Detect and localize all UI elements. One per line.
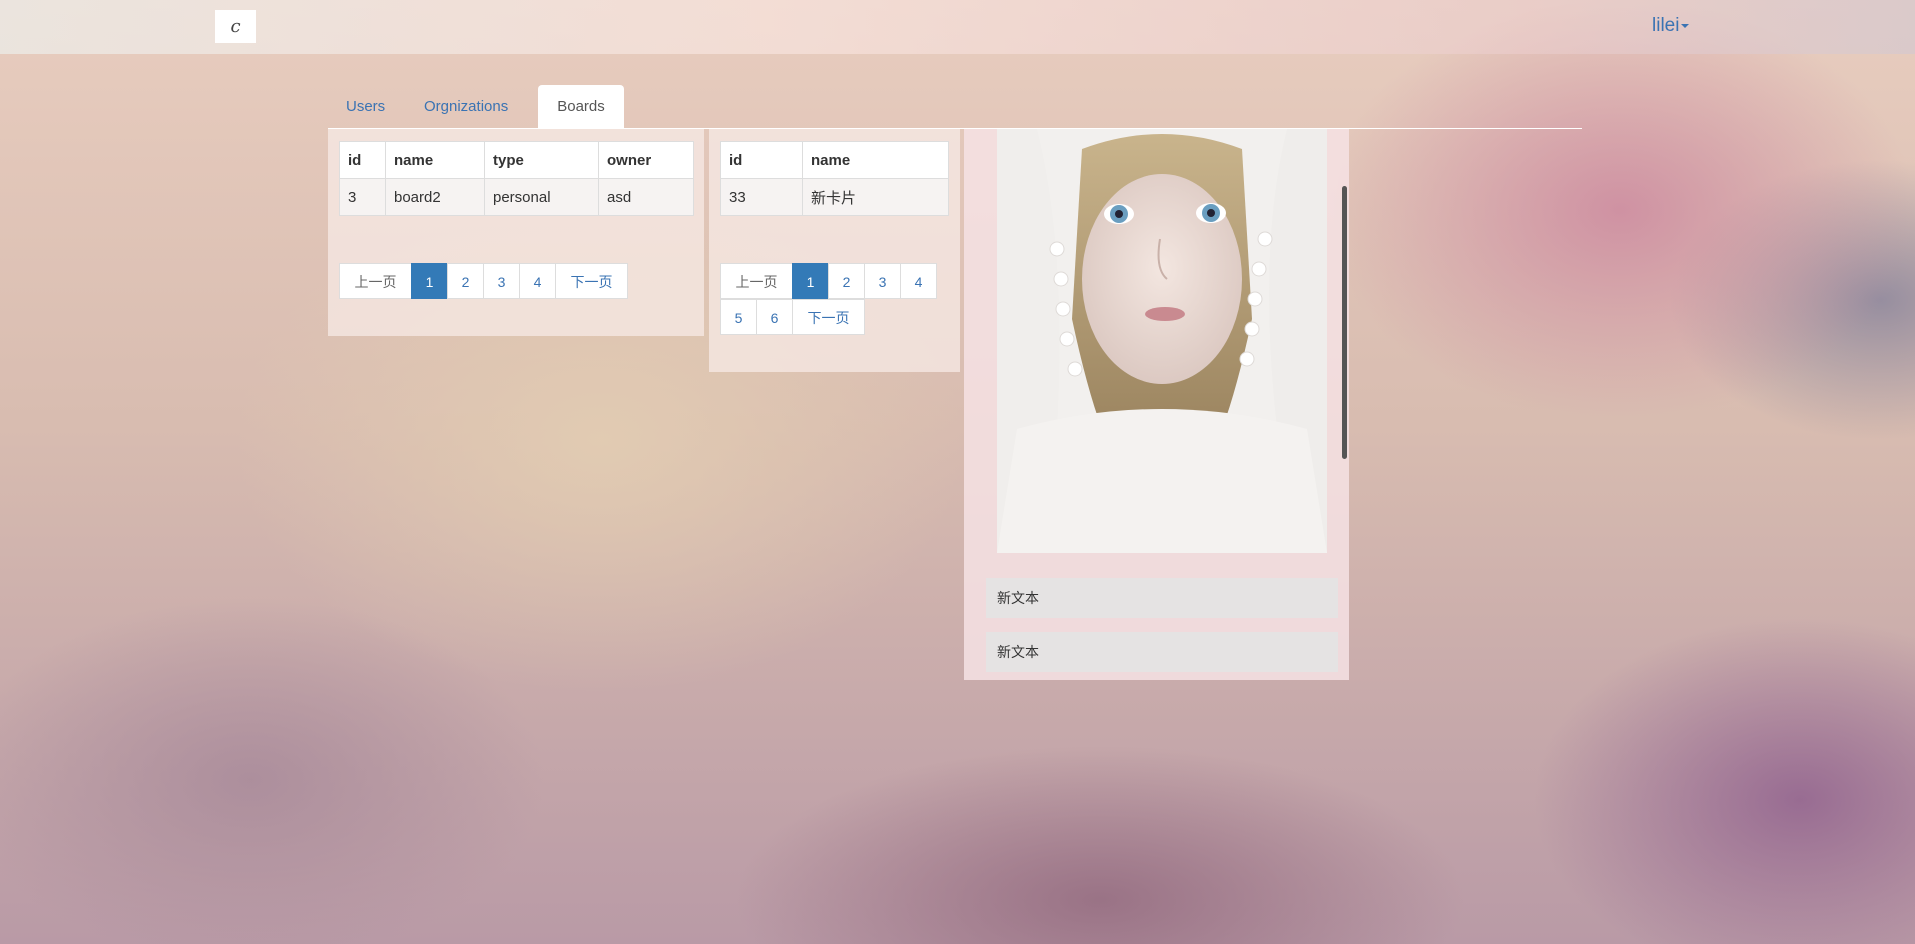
column-header-type: type <box>484 141 599 179</box>
cards-table: id name 33 新卡片 <box>720 141 949 216</box>
logo-glyph: c <box>230 16 241 37</box>
page-button-2[interactable]: 2 <box>828 263 865 299</box>
portrait-illustration <box>997 129 1327 553</box>
page-button-4[interactable]: 4 <box>900 263 937 299</box>
logo[interactable]: c <box>215 10 256 43</box>
prev-page-button[interactable]: 上一页 <box>339 263 412 299</box>
cell-name: board2 <box>385 178 485 216</box>
top-navbar: c lilei <box>0 0 1915 54</box>
cell-id: 33 <box>720 178 803 216</box>
card-panel-scrollbar[interactable] <box>1342 186 1347 459</box>
page-button-3[interactable]: 3 <box>483 263 520 299</box>
cell-owner: asd <box>598 178 694 216</box>
girl-portrait-image <box>997 129 1327 553</box>
column-header-id: id <box>339 141 386 179</box>
card-text-item[interactable]: 新文本 <box>986 578 1338 618</box>
page-button-4[interactable]: 4 <box>519 263 556 299</box>
tab-users[interactable]: Users <box>328 85 403 129</box>
cell-name: 新卡片 <box>802 178 949 216</box>
tab-boards[interactable]: Boards <box>538 85 624 129</box>
cell-type: personal <box>484 178 599 216</box>
next-page-button[interactable]: 下一页 <box>792 299 865 335</box>
column-header-owner: owner <box>598 141 694 179</box>
page-button-1[interactable]: 1 <box>792 263 829 299</box>
cell-id: 3 <box>339 178 386 216</box>
caret-down-icon <box>1681 23 1690 28</box>
card-text-item[interactable]: 新文本 <box>986 632 1338 672</box>
boards-panel: id name type owner 3 board2 personal asd… <box>328 129 704 336</box>
table-row[interactable]: 3 board2 personal asd <box>339 178 694 216</box>
tab-orgnizations[interactable]: Orgnizations <box>406 85 526 129</box>
user-menu-dropdown[interactable]: lilei <box>1652 15 1690 37</box>
column-header-name: name <box>802 141 949 179</box>
page-button-1[interactable]: 1 <box>411 263 448 299</box>
card-detail-panel: 新文本 新文本 <box>964 129 1349 680</box>
next-page-button[interactable]: 下一页 <box>555 263 628 299</box>
table-row[interactable]: 33 新卡片 <box>720 178 949 216</box>
column-header-name: name <box>385 141 485 179</box>
page-button-2[interactable]: 2 <box>447 263 484 299</box>
page-button-5[interactable]: 5 <box>720 299 757 335</box>
page-button-6[interactable]: 6 <box>756 299 793 335</box>
user-name: lilei <box>1652 15 1680 36</box>
prev-page-button[interactable]: 上一页 <box>720 263 793 299</box>
cards-panel: id name 33 新卡片 上一页 1 2 3 4 5 6 下一页 <box>709 129 960 372</box>
boards-table: id name type owner 3 board2 personal asd <box>339 141 694 216</box>
column-header-id: id <box>720 141 803 179</box>
page-button-3[interactable]: 3 <box>864 263 901 299</box>
